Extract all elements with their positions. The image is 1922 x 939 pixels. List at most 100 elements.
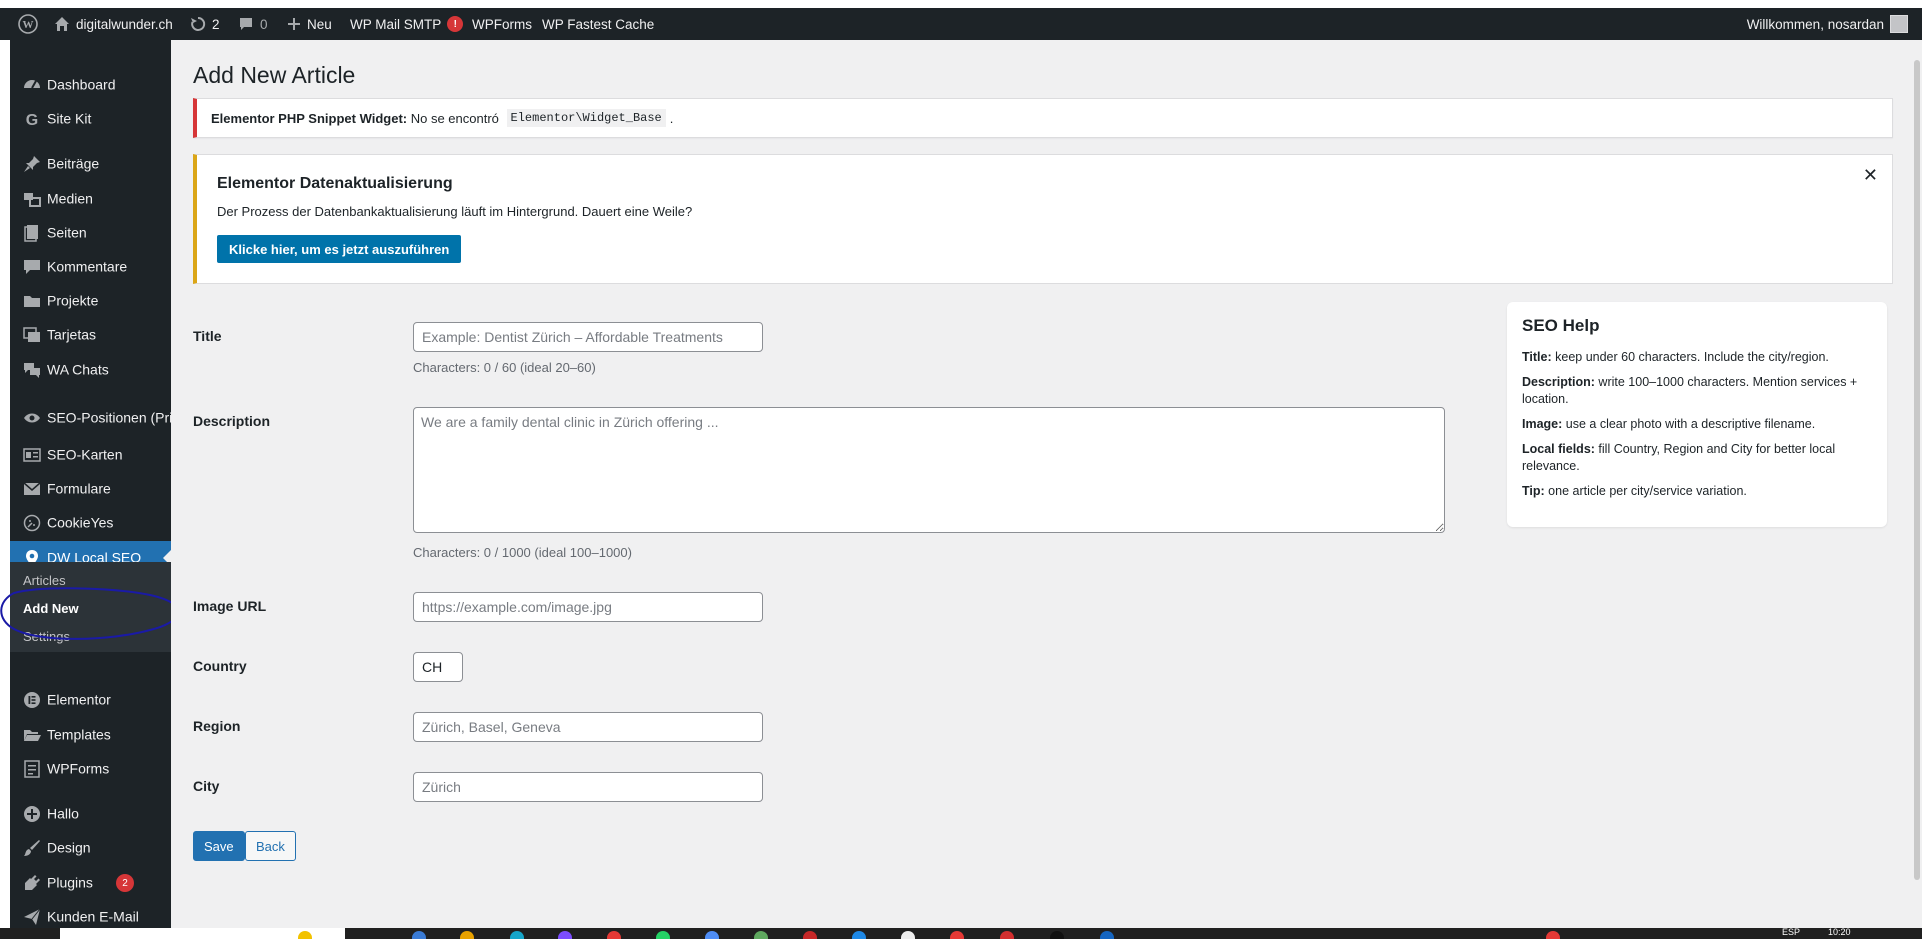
sidebar-item-seo-karten[interactable]: SEO-Karten xyxy=(10,438,171,472)
taskbar-app-icon[interactable] xyxy=(803,931,817,939)
elementor-icon xyxy=(22,690,42,710)
taskbar-app-icon[interactable] xyxy=(1000,931,1014,939)
sidebar-item-hallo[interactable]: Hallo xyxy=(10,797,171,831)
image-url-input[interactable] xyxy=(413,592,763,622)
sidebar-item-projekte[interactable]: Projekte xyxy=(10,284,171,318)
taskbar-app-icon[interactable] xyxy=(1100,931,1114,939)
title-char-count: Characters: 0 / 60 (ideal 20–60) xyxy=(413,360,596,375)
cookie-icon xyxy=(22,513,42,533)
sidebar-item-wpforms[interactable]: WPForms xyxy=(10,752,171,786)
taskbar-app-icon[interactable] xyxy=(950,931,964,939)
taskbar-app-icon[interactable] xyxy=(607,931,621,939)
sidebar-item-formulare[interactable]: Formulare xyxy=(10,472,171,506)
plug-icon xyxy=(22,873,42,893)
send-icon xyxy=(22,907,42,927)
brush-icon xyxy=(22,838,42,858)
title-input[interactable] xyxy=(413,322,763,352)
sidebar-item-plugins[interactable]: Plugins 2 xyxy=(10,866,171,900)
refresh-icon xyxy=(191,16,206,31)
sidebar-item-label: Dashboard xyxy=(47,76,116,93)
comments-link[interactable]: 0 xyxy=(238,8,268,40)
sidebar-item-templates[interactable]: Templates xyxy=(10,718,171,752)
taskbar-app-icon[interactable] xyxy=(510,931,524,939)
sidebar-item-medien[interactable]: Medien xyxy=(10,182,171,216)
close-icon[interactable]: ✕ xyxy=(1863,165,1878,186)
taskbar-app-icon[interactable] xyxy=(901,931,915,939)
sidebar-item-label: Plugins xyxy=(47,874,93,891)
back-button[interactable]: Back xyxy=(245,831,296,861)
country-input[interactable] xyxy=(413,652,463,682)
sidebar-item-kommentare[interactable]: Kommentare xyxy=(10,250,171,284)
dashboard-icon xyxy=(22,75,42,95)
new-content-link[interactable]: Neu xyxy=(287,8,332,40)
seo-help-title: SEO Help xyxy=(1522,316,1600,335)
form-icon xyxy=(22,759,42,779)
taskbar-app-icon[interactable] xyxy=(412,931,426,939)
wordpress-logo-icon[interactable]: W xyxy=(18,8,38,40)
description-textarea[interactable] xyxy=(413,407,1445,533)
taskbar-clock[interactable]: 10:20 xyxy=(1828,927,1851,937)
title-label: Title xyxy=(193,328,222,344)
sidebar-item-design[interactable]: Design xyxy=(10,831,171,865)
sidebar-item-seiten[interactable]: Seiten xyxy=(10,216,171,250)
sidebar-item-wa-chats[interactable]: WA Chats xyxy=(10,353,171,387)
taskbar-app-icon[interactable] xyxy=(298,931,312,939)
folder-open-icon xyxy=(22,725,42,745)
site-name: digitalwunder.ch xyxy=(76,16,173,32)
media-icon xyxy=(22,189,42,209)
sidebar-item-elementor[interactable]: Elementor xyxy=(10,683,171,717)
wp-fastest-cache-label: WP Fastest Cache xyxy=(542,16,655,32)
city-input[interactable] xyxy=(413,772,763,802)
sidebar-item-seo-positionen-privat[interactable]: SEO-Positionen (Privat) xyxy=(10,396,196,440)
sidebar-item-site-kit[interactable]: G Site Kit xyxy=(10,102,171,136)
region-input[interactable] xyxy=(413,712,763,742)
taskbar-tray-icon[interactable] xyxy=(1546,931,1560,939)
admin-bar: W digitalwunder.ch 2 0 Neu WP Mail SMTP … xyxy=(0,8,1922,40)
wp-fastest-cache-link[interactable]: WP Fastest Cache xyxy=(542,8,654,40)
taskbar-app-icon[interactable] xyxy=(852,931,866,939)
wp-mail-smtp-link[interactable]: WP Mail SMTP ! xyxy=(350,8,464,40)
run-update-button[interactable]: Klicke hier, um es jetzt auszuführen xyxy=(217,235,462,263)
seo-help-line-title: Title: keep under 60 characters. Include… xyxy=(1522,349,1872,366)
updates-link[interactable]: 2 xyxy=(190,8,220,40)
seo-help-key: Title: xyxy=(1522,350,1552,364)
taskbar-app-icon[interactable] xyxy=(705,931,719,939)
taskbar-language[interactable]: ESP xyxy=(1782,927,1800,937)
error-notice-end: . xyxy=(669,110,674,126)
comment-icon xyxy=(22,257,42,277)
notice-text: Der Prozess der Datenbankaktualisierung … xyxy=(217,204,693,219)
error-notice-code: Elementor\Widget_Base xyxy=(506,109,666,127)
save-button[interactable]: Save xyxy=(193,831,245,861)
sidebar-item-tarjetas[interactable]: Tarjetas xyxy=(10,318,171,352)
site-name-link[interactable]: digitalwunder.ch xyxy=(54,8,173,40)
plus-circle-icon xyxy=(22,804,42,824)
seo-help-key: Image: xyxy=(1522,417,1563,431)
eye-icon xyxy=(22,408,42,428)
city-label: City xyxy=(193,778,220,794)
account-link[interactable]: Willkommen, nosardan xyxy=(1747,8,1908,40)
taskbar-app-icon[interactable] xyxy=(558,931,572,939)
taskbar-app-icon[interactable] xyxy=(656,931,670,939)
sidebar-item-label: Tarjetas xyxy=(47,326,97,343)
scrollbar-thumb[interactable] xyxy=(1914,60,1920,880)
sidebar-item-beiträge[interactable]: Beiträge xyxy=(10,147,171,181)
cards-icon xyxy=(22,325,42,345)
wpforms-link[interactable]: WPForms xyxy=(472,8,532,40)
mail-icon xyxy=(22,479,42,499)
seo-help-box: SEO Help Title: keep under 60 characters… xyxy=(1507,302,1887,527)
svg-text:W: W xyxy=(23,19,34,31)
screen-top-edge xyxy=(0,0,1922,8)
wpforms-label: WPForms xyxy=(472,16,532,32)
sidebar-item-label: Elementor xyxy=(47,691,111,708)
pin-icon xyxy=(22,154,42,174)
sidebar-item-label: CookieYes xyxy=(47,514,114,531)
seo-help-line-image: Image: use a clear photo with a descript… xyxy=(1522,416,1872,433)
sidebar-item-cookieyes[interactable]: CookieYes xyxy=(10,506,171,540)
taskbar-app-icon[interactable] xyxy=(754,931,768,939)
seo-help-line-description: Description: write 100–1000 characters. … xyxy=(1522,374,1872,408)
sidebar-item-label: WPForms xyxy=(47,760,110,777)
taskbar-app-icon[interactable] xyxy=(1050,931,1064,939)
taskbar-app-icon[interactable] xyxy=(460,931,474,939)
sidebar-item-label: Seiten xyxy=(47,224,87,241)
sidebar-item-dashboard[interactable]: Dashboard xyxy=(10,68,171,102)
